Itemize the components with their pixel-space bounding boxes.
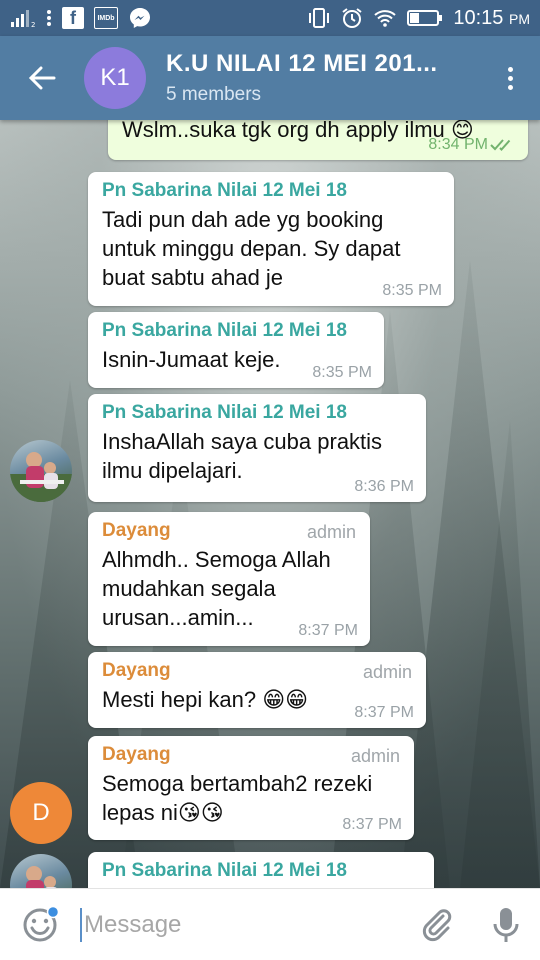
message-time: 8:37 PM [354, 704, 414, 721]
attach-button[interactable] [404, 889, 472, 960]
message-incoming[interactable]: Pn Sabarina Nilai 12 Mei 18 Tadi pun dah… [88, 172, 454, 306]
message-text: InshaAllah saya cuba praktis ilmu dipela… [102, 429, 383, 483]
admin-badge: admin [306, 522, 356, 542]
message-time: 8:36 PM [354, 478, 414, 495]
message-time: 8:35 PM [382, 282, 442, 299]
message-incoming[interactable]: Pn Sabarina Nilai 12 Mei 18 Isnin-Jumaat… [88, 312, 384, 388]
emoji-button[interactable] [0, 889, 80, 960]
sender-name[interactable]: Pn Sabarina Nilai 12 Mei 18 [102, 320, 370, 342]
microphone-icon [493, 907, 519, 942]
sender-name[interactable]: Pn Sabarina Nilai 12 Mei 18 [102, 180, 440, 202]
message-time: 8:35 PM [312, 364, 372, 381]
paperclip-icon [422, 908, 452, 941]
message-incoming[interactable]: Dayang admin Mesti hepi kan? 😁😁 8:37 PM [88, 652, 426, 728]
facebook-icon: f [62, 7, 84, 29]
message-incoming[interactable]: Dayang admin Alhmdh.. Semoga Allah mudah… [88, 512, 370, 646]
sender-name[interactable]: Pn Sabarina Nilai 12 Mei 18 [102, 860, 420, 882]
more-options-button[interactable] [480, 36, 540, 120]
smiley-icon [23, 905, 59, 941]
voice-record-button[interactable] [472, 889, 540, 960]
signal-icon: 2 [10, 8, 36, 28]
message-text: Tadi pun dah ade yg booking untuk minggu… [102, 207, 401, 290]
sender-avatar[interactable] [10, 440, 72, 502]
chat-area[interactable]: Wslm..suka tgk org dh apply ilmu 😊 8:34 … [0, 120, 540, 888]
battery-icon [407, 9, 443, 27]
message-time: 8:37 PM [342, 816, 402, 833]
admin-badge: admin [350, 746, 400, 766]
group-avatar[interactable]: K1 [84, 47, 146, 109]
message-time: 8:34 PM [428, 136, 488, 153]
back-button[interactable] [0, 36, 84, 120]
sender-avatar[interactable]: D [10, 782, 72, 844]
message-input[interactable] [80, 907, 404, 942]
double-check-icon [490, 139, 511, 151]
message-outgoing[interactable]: Wslm..suka tgk org dh apply ilmu 😊 8:34 … [108, 120, 528, 160]
messenger-icon [128, 6, 152, 30]
message-incoming[interactable]: Dayang admin Semoga bertambah2 rezeki le… [88, 736, 414, 840]
person-photo-icon [10, 452, 72, 502]
phone-vibrate-icon [307, 7, 331, 29]
message-incoming[interactable]: Pn Sabarina Nilai 12 Mei 18 [88, 852, 434, 888]
clock: 10:15 PM [453, 6, 530, 29]
arrow-left-icon [28, 66, 56, 90]
message-incoming[interactable]: Pn Sabarina Nilai 12 Mei 18 InshaAllah s… [88, 394, 426, 502]
sender-name[interactable]: Pn Sabarina Nilai 12 Mei 18 [102, 402, 412, 424]
group-info[interactable]: K.U NILAI 12 MEI 201... 5 members [166, 50, 480, 106]
svg-text:2: 2 [31, 21, 35, 28]
chat-header: K1 K.U NILAI 12 MEI 201... 5 members [0, 36, 540, 120]
admin-badge: admin [362, 662, 412, 682]
imdb-icon: IMDb [94, 7, 118, 29]
alarm-icon [341, 7, 363, 29]
status-bar: 2 f IMDb 10:15 PM [0, 0, 540, 36]
message-text: Alhmdh.. Semoga Allah mudahkan segala ur… [102, 547, 331, 630]
more-vert-icon [46, 8, 52, 28]
wifi-icon [373, 8, 397, 28]
message-composer [0, 888, 540, 960]
message-time: 8:37 PM [298, 622, 358, 639]
member-count: 5 members [166, 84, 262, 105]
group-title: K.U NILAI 12 MEI 201... [166, 50, 438, 77]
